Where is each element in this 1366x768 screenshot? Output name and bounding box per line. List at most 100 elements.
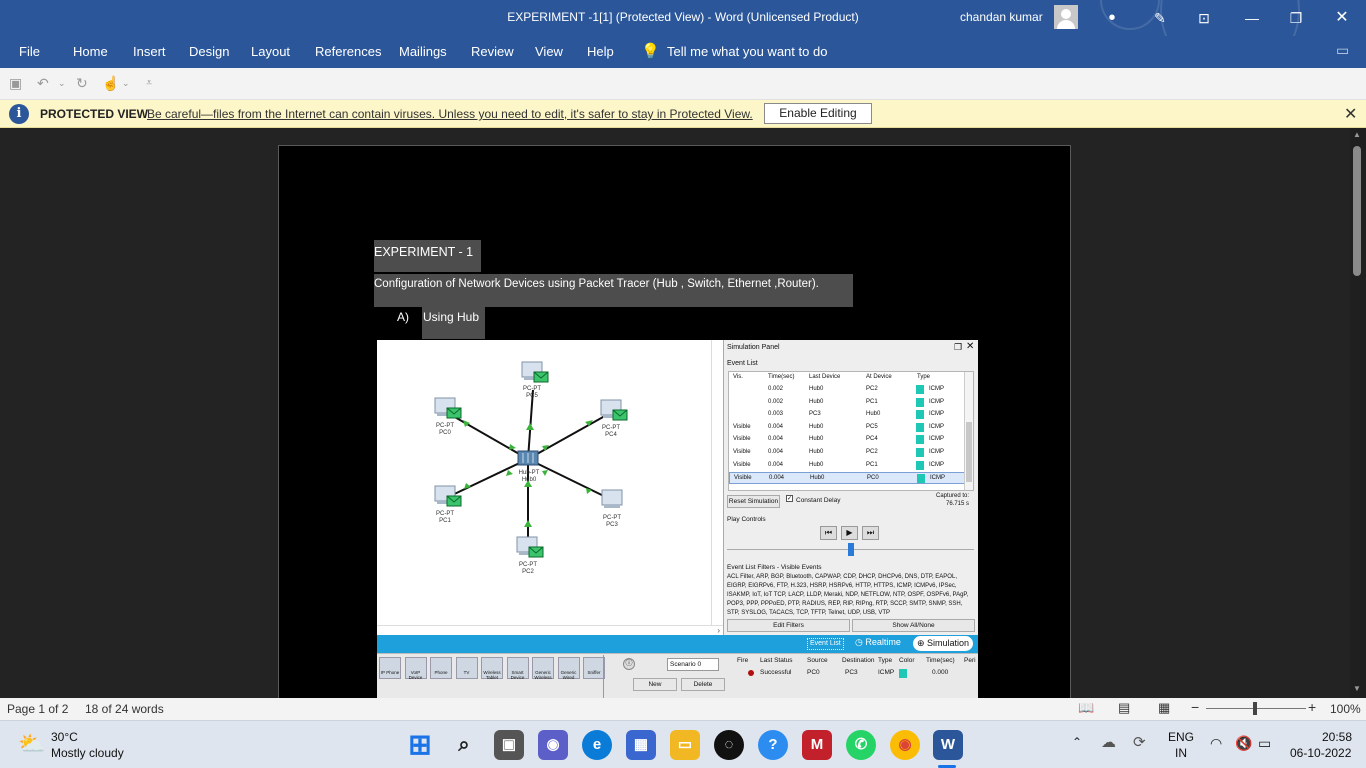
word-count[interactable]: 18 of 24 words	[85, 702, 164, 716]
workspace-hscroll[interactable]: ›	[377, 625, 723, 635]
customize-qat-icon[interactable]: ⩡	[146, 77, 152, 90]
edit-filters-button[interactable]: Edit Filters	[727, 619, 850, 632]
back-icon[interactable]: ⏮	[820, 526, 837, 540]
new-scenario-button[interactable]: New	[633, 678, 677, 691]
help-icon[interactable]: ?	[758, 730, 788, 760]
event-row[interactable]: Visible 0.004 Hub0 PC0 ICMP	[729, 472, 965, 485]
print-layout-icon[interactable]: ▤	[1118, 700, 1130, 716]
tab-design[interactable]: Design	[189, 44, 229, 59]
tab-view[interactable]: View	[535, 44, 563, 59]
read-mode-icon[interactable]: 📖	[1078, 700, 1094, 716]
mcafee-icon[interactable]: M	[802, 730, 832, 760]
comment-icon[interactable]: ▭	[1336, 42, 1349, 59]
lang-code[interactable]: ENG	[1168, 730, 1194, 744]
event-row[interactable]: Visible 0.004 Hub0 PC1 ICMP	[729, 460, 965, 472]
forward-icon[interactable]: ⏭	[862, 526, 879, 540]
reset-simulation-button[interactable]: Reset Simulation	[727, 495, 780, 508]
play-icon[interactable]: ▶	[841, 526, 858, 540]
enable-editing-button[interactable]: Enable Editing	[764, 103, 872, 124]
show-all-button[interactable]: Show All/None	[852, 619, 975, 632]
user-name[interactable]: chandan kumar	[960, 10, 1043, 24]
event-row[interactable]: 0.002 Hub0 PC2 ICMP	[729, 384, 965, 396]
cloud-icon[interactable]: ☁	[1101, 733, 1116, 751]
sync-icon[interactable]: ⟳	[1133, 733, 1146, 751]
pdu-fire-indicator[interactable]	[748, 670, 754, 676]
document-vscroll[interactable]: ▲ ▼	[1350, 128, 1366, 698]
close-icon[interactable]: ✕	[966, 341, 974, 352]
event-row[interactable]: Visible 0.004 Hub0 PC4 ICMP	[729, 434, 965, 446]
device-palette-item[interactable]: Generic Wired	[557, 657, 580, 680]
clock-time[interactable]: 20:58	[1322, 730, 1352, 744]
battery-icon[interactable]: ▭	[1258, 735, 1271, 752]
speed-slider-thumb[interactable]	[848, 543, 854, 556]
wifi-icon[interactable]: ◠	[1210, 735, 1222, 752]
simulation-mode-tab[interactable]: ⊕ Simulation	[913, 636, 974, 651]
search-icon[interactable]: ⌕	[449, 730, 479, 760]
tab-review[interactable]: Review	[471, 44, 514, 59]
realtime-mode-tab[interactable]: ◷ Realtime	[855, 637, 901, 648]
zoom-level[interactable]: 100%	[1330, 702, 1361, 716]
device-palette-item[interactable]: VoIP Device	[404, 657, 427, 680]
info-icon[interactable]: ⓘ	[623, 658, 635, 670]
scenario-select[interactable]: Scenario 0	[667, 658, 719, 671]
weather-icon[interactable]: ⛅	[18, 731, 45, 757]
restore-icon[interactable]: ❐	[1284, 6, 1308, 30]
tab-layout[interactable]: Layout	[251, 44, 290, 59]
device-palette-item[interactable]: Sniffer	[583, 657, 605, 679]
event-list-table[interactable]: Vis. Time(sec) Last Device At Device Typ…	[728, 371, 974, 491]
page-count[interactable]: Page 1 of 2	[7, 702, 68, 716]
undo-icon[interactable]: ↶	[37, 75, 49, 92]
weather-desc[interactable]: Mostly cloudy	[51, 746, 124, 760]
minimize-icon[interactable]: —	[1240, 6, 1264, 30]
lang-region[interactable]: IN	[1175, 746, 1187, 760]
event-list-toggle[interactable]: Event List	[807, 638, 844, 650]
edge-icon[interactable]: e	[582, 730, 612, 760]
workspace-vscroll[interactable]	[711, 340, 723, 625]
event-row[interactable]: 0.002 Hub0 PC1 ICMP	[729, 397, 965, 409]
avatar[interactable]	[1054, 5, 1078, 29]
chrome-icon[interactable]: ◉	[890, 730, 920, 760]
protected-view-message[interactable]: Be careful—files from the Internet can c…	[147, 107, 753, 121]
pen-icon[interactable]: ✎	[1148, 6, 1172, 30]
touch-mode-icon[interactable]: ☝	[102, 75, 119, 92]
volume-icon[interactable]: 🔇	[1235, 735, 1252, 752]
web-layout-icon[interactable]: ▦	[1158, 700, 1170, 716]
zoom-in-icon[interactable]: +	[1308, 699, 1316, 715]
chat-icon[interactable]: ◉	[538, 730, 568, 760]
ribbon-display-icon[interactable]: ⊡	[1192, 6, 1216, 30]
weather-temp[interactable]: 30°C	[51, 730, 78, 744]
whatsapp-icon[interactable]: ✆	[846, 730, 876, 760]
delete-scenario-button[interactable]: Delete	[681, 678, 725, 691]
event-list-scrollbar[interactable]	[964, 372, 973, 490]
touch-dropdown-icon[interactable]: ⌄	[122, 78, 130, 89]
clock-date[interactable]: 06-10-2022	[1290, 746, 1351, 760]
tab-file[interactable]: File	[19, 44, 40, 59]
tab-references[interactable]: References	[315, 44, 381, 59]
device-palette-item[interactable]: Smart Device	[506, 657, 529, 680]
event-row[interactable]: 0.003 PC3 Hub0 ICMP	[729, 409, 965, 421]
device-palette-item[interactable]: Phone	[430, 657, 452, 679]
chevron-up-icon[interactable]: ⌃	[1072, 735, 1082, 749]
scroll-down-icon[interactable]: ▼	[1353, 684, 1361, 693]
restore-icon[interactable]: ❐	[954, 342, 962, 353]
start-icon[interactable]: ⊞	[405, 730, 435, 760]
task-view-icon[interactable]: ▣	[494, 730, 524, 760]
tab-insert[interactable]: Insert	[133, 44, 166, 59]
app-icon[interactable]: ◌	[714, 730, 744, 760]
document-page[interactable]: EXPERIMENT - 1 Configuration of Network …	[278, 145, 1071, 698]
save-icon[interactable]: ▣	[9, 75, 22, 92]
device-palette-item[interactable]: TV	[455, 657, 478, 679]
event-row[interactable]: Visible 0.004 Hub0 PC5 ICMP	[729, 422, 965, 434]
zoom-slider-thumb[interactable]	[1253, 702, 1257, 715]
tab-mailings[interactable]: Mailings	[399, 44, 447, 59]
tab-home[interactable]: Home	[73, 44, 108, 59]
device-palette-item[interactable]: Generic Wireless	[532, 657, 554, 680]
close-icon[interactable]: ✕	[1330, 6, 1354, 30]
zoom-out-icon[interactable]: −	[1191, 699, 1199, 715]
word-icon[interactable]: W	[933, 730, 963, 760]
redo-icon[interactable]: ↻	[76, 75, 88, 92]
constant-delay-checkbox[interactable]: ✓	[786, 495, 793, 502]
tab-help[interactable]: Help	[587, 44, 614, 59]
scroll-up-icon[interactable]: ▲	[1353, 130, 1361, 139]
undo-dropdown-icon[interactable]: ⌄	[58, 78, 66, 89]
